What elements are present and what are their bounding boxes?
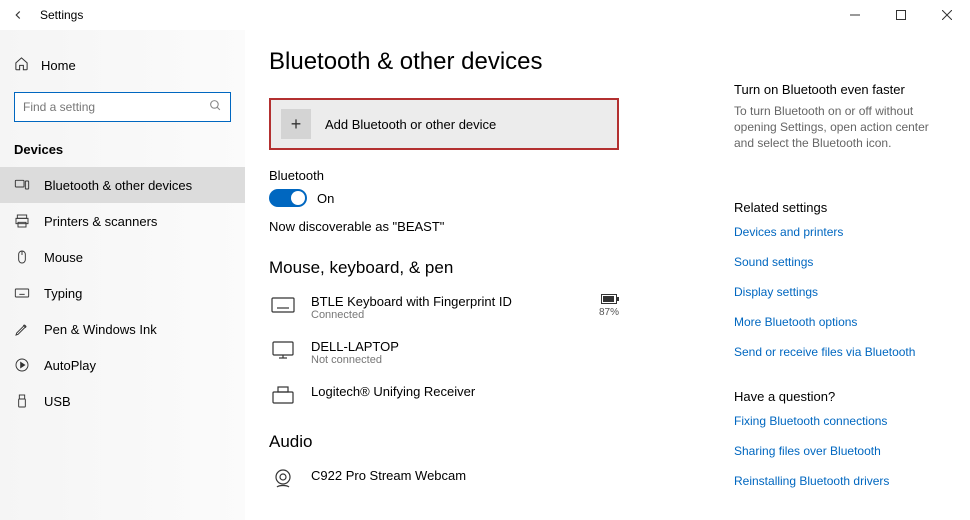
discoverable-text: Now discoverable as "BEAST" xyxy=(269,219,714,234)
link-send-receive-files[interactable]: Send or receive files via Bluetooth xyxy=(734,345,944,359)
sidebar-item-label: USB xyxy=(44,394,71,409)
link-reinstalling-drivers[interactable]: Reinstalling Bluetooth drivers xyxy=(734,474,944,488)
device-name: C922 Pro Stream Webcam xyxy=(311,468,466,483)
device-row[interactable]: DELL-LAPTOP Not connected xyxy=(269,333,619,378)
home-nav[interactable]: Home xyxy=(0,48,245,82)
sidebar-item-label: Printers & scanners xyxy=(44,214,157,229)
tip-body: To turn Bluetooth on or off without open… xyxy=(734,103,944,152)
page-title: Bluetooth & other devices xyxy=(269,48,714,76)
receiver-icon xyxy=(269,384,297,406)
device-name: BTLE Keyboard with Fingerprint ID xyxy=(311,294,512,309)
group-audio: Audio xyxy=(269,432,714,452)
battery-percent: 87% xyxy=(599,307,619,318)
usb-icon xyxy=(14,393,30,409)
pen-icon xyxy=(14,321,30,337)
bluetooth-state: On xyxy=(317,191,334,206)
search-icon xyxy=(209,99,222,115)
device-name: DELL-LAPTOP xyxy=(311,339,399,354)
device-status: Not connected xyxy=(311,354,399,366)
related-settings-head: Related settings xyxy=(734,200,944,215)
device-row[interactable]: BTLE Keyboard with Fingerprint ID Connec… xyxy=(269,288,619,333)
plus-icon: + xyxy=(281,109,311,139)
bluetooth-toggle[interactable] xyxy=(269,189,307,207)
add-device-label: Add Bluetooth or other device xyxy=(325,117,496,132)
titlebar: Settings xyxy=(0,0,970,30)
sidebar-item-usb[interactable]: USB xyxy=(0,383,245,419)
link-display-settings[interactable]: Display settings xyxy=(734,285,944,299)
sidebar-section: Devices xyxy=(0,136,245,167)
tip-title: Turn on Bluetooth even faster xyxy=(734,82,944,97)
sidebar-item-typing[interactable]: Typing xyxy=(0,275,245,311)
back-button[interactable] xyxy=(0,0,36,30)
sidebar-item-mouse[interactable]: Mouse xyxy=(0,239,245,275)
mouse-icon xyxy=(14,249,30,265)
search-input[interactable]: Find a setting xyxy=(14,92,231,122)
device-status: Connected xyxy=(311,309,512,321)
link-sound-settings[interactable]: Sound settings xyxy=(734,255,944,269)
help-head: Have a question? xyxy=(734,389,944,404)
battery-icon xyxy=(601,296,619,307)
link-devices-printers[interactable]: Devices and printers xyxy=(734,225,944,239)
close-button[interactable] xyxy=(924,0,970,30)
monitor-icon xyxy=(269,339,297,361)
bluetooth-label: Bluetooth xyxy=(269,168,714,183)
maximize-button[interactable] xyxy=(878,0,924,30)
home-icon xyxy=(14,56,29,74)
devices-icon xyxy=(14,177,30,193)
sidebar-item-label: Mouse xyxy=(44,250,83,265)
sidebar-item-bluetooth[interactable]: Bluetooth & other devices xyxy=(0,167,245,203)
link-fixing-bluetooth[interactable]: Fixing Bluetooth connections xyxy=(734,414,944,428)
sidebar-item-label: Pen & Windows Ink xyxy=(44,322,157,337)
device-row[interactable]: Logitech® Unifying Receiver xyxy=(269,378,619,418)
sidebar: Home Find a setting Devices Bluetooth & … xyxy=(0,30,245,520)
link-sharing-files[interactable]: Sharing files over Bluetooth xyxy=(734,444,944,458)
keyboard-icon xyxy=(269,294,297,316)
sidebar-item-label: Typing xyxy=(44,286,82,301)
main-content: Bluetooth & other devices + Add Bluetoot… xyxy=(269,48,734,520)
sidebar-item-printers[interactable]: Printers & scanners xyxy=(0,203,245,239)
printer-icon xyxy=(14,213,30,229)
sidebar-item-label: AutoPlay xyxy=(44,358,96,373)
autoplay-icon xyxy=(14,357,30,373)
add-device-button[interactable]: + Add Bluetooth or other device xyxy=(269,98,619,150)
app-title: Settings xyxy=(36,8,83,22)
link-more-bluetooth[interactable]: More Bluetooth options xyxy=(734,315,944,329)
search-placeholder: Find a setting xyxy=(23,100,95,114)
home-label: Home xyxy=(41,58,76,73)
sidebar-item-label: Bluetooth & other devices xyxy=(44,178,192,193)
sidebar-item-autoplay[interactable]: AutoPlay xyxy=(0,347,245,383)
group-mouse-keyboard-pen: Mouse, keyboard, & pen xyxy=(269,258,714,278)
device-name: Logitech® Unifying Receiver xyxy=(311,384,475,399)
webcam-icon xyxy=(269,468,297,490)
sidebar-item-pen[interactable]: Pen & Windows Ink xyxy=(0,311,245,347)
device-row[interactable]: C922 Pro Stream Webcam xyxy=(269,462,619,502)
minimize-button[interactable] xyxy=(832,0,878,30)
keyboard-icon xyxy=(14,285,30,301)
right-panel: Turn on Bluetooth even faster To turn Bl… xyxy=(734,48,944,520)
